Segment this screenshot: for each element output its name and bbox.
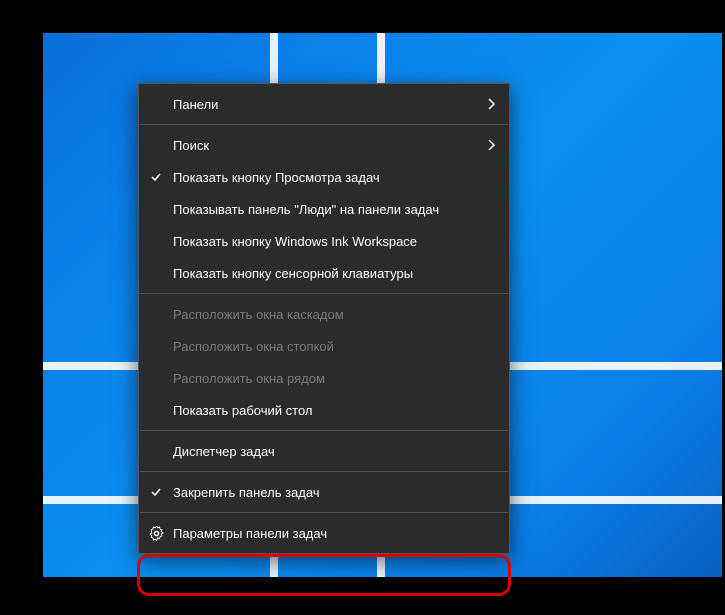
frame-left [3, 3, 43, 612]
taskbar-context-menu: Панели Поиск Показать кнопку Просмотра з… [138, 83, 510, 554]
menu-item-label: Панели [173, 97, 487, 112]
menu-item-label: Показать рабочий стол [173, 403, 495, 418]
menu-item-label: Показать кнопку сенсорной клавиатуры [173, 266, 495, 281]
menu-item-toolbars[interactable]: Панели [139, 88, 509, 120]
menu-item-show-ink-workspace[interactable]: Показать кнопку Windows Ink Workspace [139, 225, 509, 257]
menu-item-label: Показать кнопку Windows Ink Workspace [173, 234, 495, 249]
menu-item-show-touch-keyboard[interactable]: Показать кнопку сенсорной клавиатуры [139, 257, 509, 289]
gear-icon [139, 526, 173, 541]
chevron-right-icon [487, 139, 495, 151]
menu-item-label: Показывать панель "Люди" на панели задач [173, 202, 495, 217]
menu-item-show-task-view[interactable]: Показать кнопку Просмотра задач [139, 161, 509, 193]
menu-item-stack-windows: Расположить окна стопкой [139, 330, 509, 362]
frame-bottom [3, 577, 722, 612]
checkmark-icon [139, 171, 173, 183]
menu-item-side-by-side-windows: Расположить окна рядом [139, 362, 509, 394]
checkmark-icon [139, 486, 173, 498]
menu-item-task-manager[interactable]: Диспетчер задач [139, 435, 509, 467]
menu-item-label: Поиск [173, 138, 487, 153]
menu-item-label: Закрепить панель задач [173, 485, 495, 500]
menu-item-taskbar-settings[interactable]: Параметры панели задач [139, 517, 509, 549]
screenshot-frame: Панели Поиск Показать кнопку Просмотра з… [0, 0, 725, 615]
menu-item-label: Параметры панели задач [173, 526, 495, 541]
chevron-right-icon [487, 98, 495, 110]
menu-item-lock-taskbar[interactable]: Закрепить панель задач [139, 476, 509, 508]
menu-item-cascade-windows: Расположить окна каскадом [139, 298, 509, 330]
menu-separator [140, 293, 508, 294]
menu-item-label: Расположить окна стопкой [173, 339, 495, 354]
menu-item-show-desktop[interactable]: Показать рабочий стол [139, 394, 509, 426]
menu-item-label: Показать кнопку Просмотра задач [173, 170, 495, 185]
menu-separator [140, 124, 508, 125]
menu-separator [140, 430, 508, 431]
menu-separator [140, 512, 508, 513]
menu-item-show-people[interactable]: Показывать панель "Люди" на панели задач [139, 193, 509, 225]
menu-item-label: Диспетчер задач [173, 444, 495, 459]
menu-separator [140, 471, 508, 472]
menu-item-label: Расположить окна рядом [173, 371, 495, 386]
menu-item-search[interactable]: Поиск [139, 129, 509, 161]
menu-item-label: Расположить окна каскадом [173, 307, 495, 322]
